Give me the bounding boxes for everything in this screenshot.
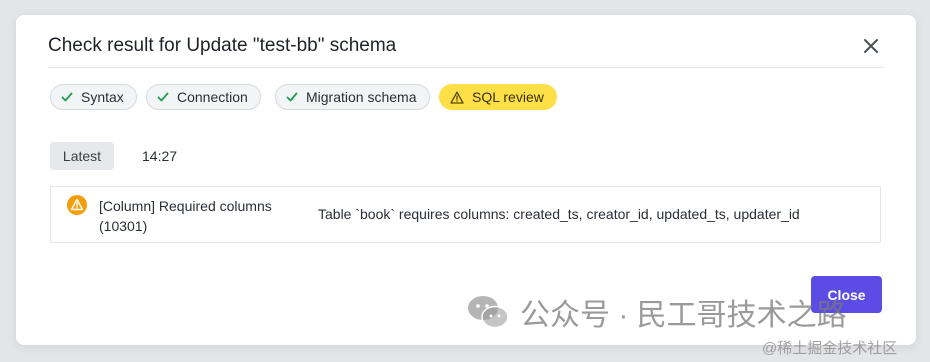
header-divider <box>48 67 884 68</box>
chip-label: Syntax <box>81 89 124 105</box>
check-chip-connection[interactable]: Connection <box>146 84 261 110</box>
warning-triangle-icon <box>450 91 464 104</box>
check-chip-sql-review[interactable]: SQL review <box>439 84 557 110</box>
chip-label: SQL review <box>472 89 544 105</box>
check-icon <box>286 92 298 102</box>
check-chip-migration-schema[interactable]: Migration schema <box>275 84 430 110</box>
check-time: 14:27 <box>142 148 178 164</box>
close-icon[interactable] <box>860 35 882 57</box>
rule-title: [Column] Required columns (10301) <box>99 198 272 234</box>
check-icon <box>157 92 169 102</box>
rule-message: Table `book` requires columns: created_t… <box>318 206 800 222</box>
check-icon <box>61 92 73 102</box>
dialog-title: Check result for Update "test-bb" schema <box>48 35 397 56</box>
chip-label: Connection <box>177 89 248 105</box>
latest-tab[interactable]: Latest <box>50 142 114 170</box>
watermark-text: 公众号 · 民工哥技术之路 <box>520 299 847 332</box>
check-result-row: [Column] Required columns (10301) Table … <box>50 186 881 243</box>
wechat-icon <box>468 296 509 329</box>
warning-circle-icon <box>67 195 87 215</box>
chip-label: Migration schema <box>306 89 417 105</box>
watermark: 公众号 · 民工哥技术之路 <box>466 292 847 332</box>
check-chip-syntax[interactable]: Syntax <box>50 84 137 110</box>
site-watermark: @稀土掘金技术社区 <box>762 340 898 357</box>
